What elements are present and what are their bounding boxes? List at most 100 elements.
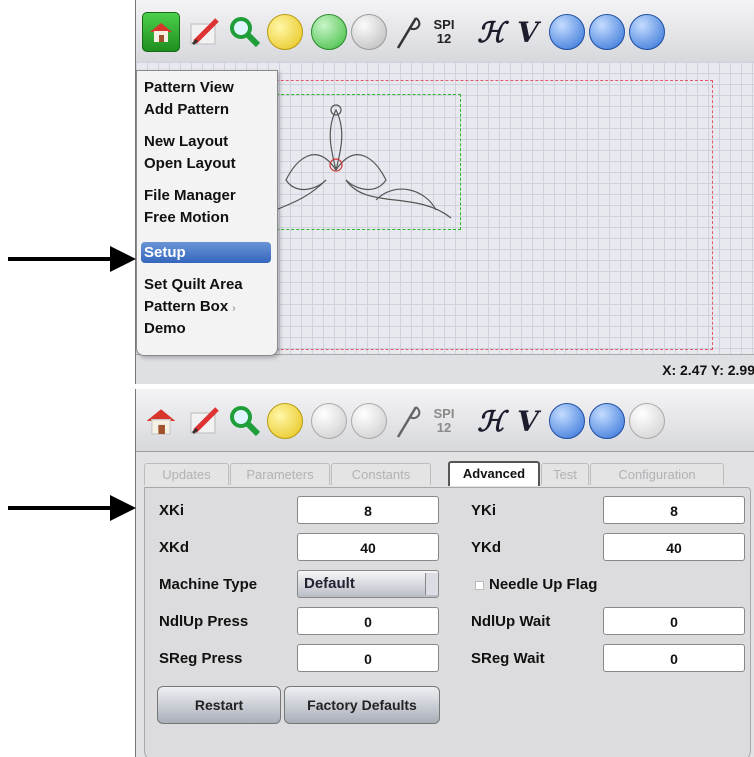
gray-light-icon <box>311 403 347 439</box>
arrow-head-icon <box>110 495 136 521</box>
tab-label: Test <box>553 467 577 482</box>
blue-nav-button[interactable] <box>548 13 586 51</box>
edit-pencil-button[interactable] <box>186 13 224 51</box>
menu-item-file-manager[interactable]: File Manager <box>141 185 271 206</box>
tab-constants[interactable]: Constants <box>331 463 431 485</box>
ndlup-press-label: NdlUp Press <box>159 613 249 630</box>
magnifier-icon <box>230 17 261 48</box>
stop-button[interactable] <box>350 402 388 440</box>
pattern-tool-button[interactable] <box>266 13 304 51</box>
tab-label: Advanced <box>462 466 526 481</box>
tab-advanced[interactable]: Advanced <box>448 461 540 486</box>
blue-compass-icon <box>549 14 585 50</box>
ykd-field[interactable]: 40 <box>603 533 745 561</box>
menu-item-label: File Manager <box>144 187 236 204</box>
v-symbol-icon: V <box>517 15 539 49</box>
menu-item-label: Add Pattern <box>144 101 230 118</box>
h-symbol-icon: ℋ <box>477 404 505 438</box>
needle-position-button[interactable] <box>588 13 626 51</box>
menu-item-label: New Layout <box>144 133 229 150</box>
pattern-tool-icon <box>267 403 303 439</box>
machine-type-dropdown[interactable]: Default <box>297 570 439 598</box>
menu-item-label: Open Layout <box>144 155 236 172</box>
spi-button[interactable]: SPI 12 <box>425 402 463 440</box>
spi-label: SPI <box>433 406 455 421</box>
ndlup-wait-field[interactable]: 0 <box>603 607 745 635</box>
menu-item-add-pattern[interactable]: Add Pattern <box>141 99 271 120</box>
tab-label: Updates <box>162 467 211 482</box>
needle-up-flag-checkbox[interactable] <box>475 581 484 590</box>
menu-item-label: Set Quilt Area <box>144 276 243 293</box>
v-mode-button[interactable]: V <box>509 13 547 51</box>
factory-defaults-button[interactable]: Factory Defaults <box>284 686 440 724</box>
pattern-tool-button[interactable] <box>266 402 304 440</box>
xki-label: XKi <box>159 502 185 519</box>
menu-item-free-motion[interactable]: Free Motion <box>141 207 271 228</box>
arrow-shaft <box>8 257 116 261</box>
gray-light-icon <box>351 14 387 50</box>
menu-item-label: Free Motion <box>144 209 229 226</box>
blue-nav-button[interactable] <box>548 402 586 440</box>
h-mode-button[interactable]: ℋ <box>472 13 510 51</box>
ndlup-press-field[interactable]: 0 <box>297 607 439 635</box>
menu-item-pattern-view[interactable]: Pattern View <box>141 77 271 98</box>
menu-item-demo[interactable]: Demo <box>141 318 271 339</box>
needle-position-icon <box>589 403 625 439</box>
edit-pencil-button[interactable] <box>186 402 224 440</box>
menu-item-pattern-box[interactable]: Pattern Box › <box>141 296 271 317</box>
spi-button[interactable]: SPI 12 <box>425 13 463 51</box>
zoom-button[interactable] <box>226 13 264 51</box>
pattern-motif-icon <box>276 104 452 219</box>
xkd-label: XKd <box>159 539 189 556</box>
arrow-shaft <box>8 506 116 510</box>
tab-configuration[interactable]: Configuration <box>590 463 724 485</box>
needle-button[interactable] <box>390 13 428 51</box>
gray-light-icon <box>351 403 387 439</box>
house-icon <box>146 409 176 435</box>
restart-button[interactable]: Restart <box>157 686 281 724</box>
sreg-wait-field[interactable]: 0 <box>603 644 745 672</box>
menu-item-label: Pattern View <box>144 79 234 96</box>
yki-field[interactable]: 8 <box>603 496 745 524</box>
main-window: SPI 12 ℋ V X: 2.47 Y: 2.99 Pattern View … <box>135 0 754 384</box>
stop-button[interactable] <box>350 13 388 51</box>
gray-trim-icon <box>629 403 665 439</box>
menu-item-set-quilt-area[interactable]: Set Quilt Area <box>141 274 271 295</box>
arrow-head-icon <box>110 246 136 272</box>
home-menu-button[interactable] <box>142 402 180 440</box>
sreg-press-field[interactable]: 0 <box>297 644 439 672</box>
menu-item-new-layout[interactable]: New Layout <box>141 131 271 152</box>
tab-test[interactable]: Test <box>541 463 589 485</box>
menu-item-label: Setup <box>144 244 186 261</box>
zoom-button[interactable] <box>226 402 264 440</box>
trim-button[interactable] <box>628 402 666 440</box>
tab-updates[interactable]: Updates <box>144 463 229 485</box>
start-button[interactable] <box>310 402 348 440</box>
start-button[interactable] <box>310 13 348 51</box>
xki-field[interactable]: 8 <box>297 496 439 524</box>
v-mode-button[interactable]: V <box>509 402 547 440</box>
xkd-field[interactable]: 40 <box>297 533 439 561</box>
pencil-icon <box>190 407 219 435</box>
h-symbol-icon: ℋ <box>477 15 505 49</box>
needle-position-button[interactable] <box>588 402 626 440</box>
setup-window: SPI 12 ℋ V Updates Parameters Constants A… <box>135 389 754 757</box>
menu-item-label: Demo <box>144 320 186 337</box>
green-light-icon <box>311 14 347 50</box>
tab-parameters[interactable]: Parameters <box>230 463 330 485</box>
menu-item-label: Pattern Box <box>144 298 229 315</box>
house-icon <box>142 12 180 52</box>
blue-trim-button[interactable] <box>628 13 666 51</box>
toolbar: SPI 12 ℋ V <box>136 389 754 452</box>
status-bar: X: 2.47 Y: 2.99 <box>136 354 754 384</box>
menu-item-open-layout[interactable]: Open Layout <box>141 153 271 174</box>
h-mode-button[interactable]: ℋ <box>472 402 510 440</box>
blue-compass-icon <box>549 403 585 439</box>
home-menu-button[interactable] <box>142 12 180 52</box>
sreg-press-label: SReg Press <box>159 650 243 667</box>
advanced-settings-form: XKi 8 YKi 8 XKd 40 YKd 40 Machine Type D… <box>144 487 751 757</box>
menu-item-setup[interactable]: Setup <box>141 242 271 263</box>
needle-button[interactable] <box>390 402 428 440</box>
needle-position-icon <box>589 14 625 50</box>
tab-label: Parameters <box>246 467 314 482</box>
